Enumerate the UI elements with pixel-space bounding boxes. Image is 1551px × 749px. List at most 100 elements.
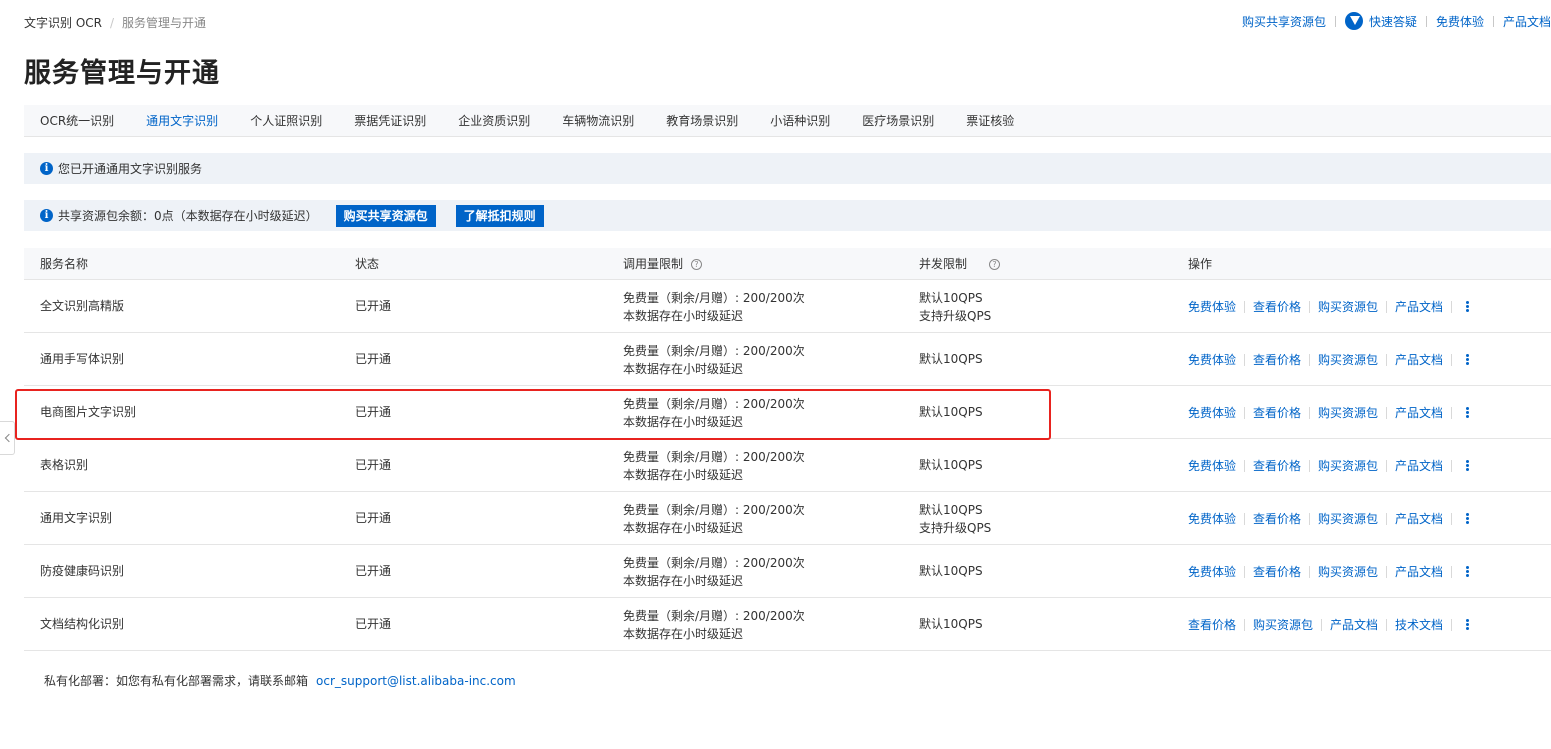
more-icon-dot (1466, 305, 1470, 308)
more-icon-dot (1466, 517, 1470, 520)
header-concurrency: 并发限制? (919, 248, 1001, 280)
op-link[interactable]: 查看价格 (1253, 351, 1301, 368)
buy-shared-pack-link[interactable]: 购买共享资源包 (1242, 13, 1326, 30)
op-link[interactable]: 免费体验 (1188, 351, 1236, 368)
tab-8[interactable]: 医疗场景识别 (862, 105, 934, 137)
balance-text: 共享资源包余额：0点（本数据存在小时级延迟） (58, 209, 318, 223)
op-link[interactable]: 购买资源包 (1318, 510, 1378, 527)
op-link[interactable]: 产品文档 (1330, 616, 1378, 633)
header-ops: 操作 (1188, 248, 1212, 280)
op-link[interactable]: 产品文档 (1395, 563, 1443, 580)
header-service-name-label: 服务名称 (40, 257, 89, 271)
concurrency-cell: 默认10QPS (919, 545, 983, 598)
more-icon-dot (1466, 362, 1470, 365)
op-link[interactable]: 免费体验 (1188, 298, 1236, 315)
op-link[interactable]: 产品文档 (1395, 457, 1443, 474)
quota-cell: 免费量（剩余/月赠）: 200/200次 本数据存在小时级延迟 (623, 501, 805, 537)
more-icon-dot (1466, 354, 1470, 357)
more-icon[interactable] (1466, 619, 1470, 630)
page: 文字识别 OCR / 服务管理与开通 购买共享资源包 快速答疑 免费体验 产品文档 … (0, 0, 1551, 749)
info-icon: i (40, 162, 53, 175)
tab-1[interactable]: 通用文字识别 (146, 105, 218, 137)
table-body: 全文识别高精版已开通 免费量（剩余/月赠）: 200/200次 本数据存在小时级延迟… (24, 280, 1551, 651)
more-icon[interactable] (1466, 566, 1470, 577)
deduction-rules-button[interactable]: 了解抵扣规则 (455, 204, 544, 227)
service-status: 已开通 (355, 617, 392, 631)
divider (1451, 565, 1453, 578)
tab-5[interactable]: 车辆物流识别 (562, 105, 634, 137)
ops-cell: 免费体验 查看价格 购买资源包 产品文档 (1188, 280, 1470, 333)
concurrency-cell: 默认10QPS (919, 598, 983, 651)
op-link[interactable]: 查看价格 (1188, 616, 1236, 633)
tab-6[interactable]: 教育场景识别 (666, 105, 738, 137)
more-icon-dot (1466, 623, 1470, 626)
divider (1386, 565, 1388, 578)
ops-cell: 免费体验 查看价格 购买资源包 产品文档 (1188, 492, 1470, 545)
divider (1309, 300, 1311, 313)
op-link[interactable]: 查看价格 (1253, 298, 1301, 315)
op-link[interactable]: 查看价格 (1253, 563, 1301, 580)
divider (1451, 512, 1453, 525)
tab-4[interactable]: 企业资质识别 (458, 105, 530, 137)
divider (1244, 353, 1246, 366)
breadcrumb-root[interactable]: 文字识别 OCR (24, 16, 102, 30)
tab-0[interactable]: OCR统一识别 (40, 105, 114, 137)
op-link[interactable]: 产品文档 (1395, 351, 1443, 368)
op-link[interactable]: 免费体验 (1188, 404, 1236, 421)
service-name: 通用文字识别 (40, 511, 113, 525)
op-link[interactable]: 购买资源包 (1253, 616, 1313, 633)
op-link[interactable]: 购买资源包 (1318, 298, 1378, 315)
divider (1244, 512, 1246, 525)
op-link[interactable]: 产品文档 (1395, 510, 1443, 527)
op-link[interactable]: 购买资源包 (1318, 457, 1378, 474)
op-link[interactable]: 购买资源包 (1318, 351, 1378, 368)
op-link[interactable]: 购买资源包 (1318, 404, 1378, 421)
more-icon-dot (1466, 358, 1470, 361)
more-icon[interactable] (1466, 460, 1470, 471)
divider (1309, 353, 1311, 366)
op-link[interactable]: 技术文档 (1395, 616, 1443, 633)
support-email-link[interactable]: ocr_support@list.alibaba-inc.com (316, 674, 516, 688)
buy-shared-pack-button[interactable]: 购买共享资源包 (335, 204, 436, 227)
product-docs-link[interactable]: 产品文档 (1503, 13, 1551, 30)
op-link[interactable]: 查看价格 (1253, 457, 1301, 474)
divider (1492, 15, 1494, 27)
service-name: 全文识别高精版 (40, 299, 125, 313)
quick-qa-link[interactable]: 快速答疑 (1344, 12, 1417, 30)
more-icon[interactable] (1466, 407, 1470, 418)
tab-bar: OCR统一识别 通用文字识别 个人证照识别 票据凭证识别 企业资质识别 车辆物流识别 教育场… (24, 105, 1551, 137)
op-link[interactable]: 免费体验 (1188, 457, 1236, 474)
divider (1386, 406, 1388, 419)
tab-9[interactable]: 票证核验 (966, 105, 1014, 137)
divider (1309, 459, 1311, 472)
more-icon[interactable] (1466, 354, 1470, 365)
op-link[interactable]: 购买资源包 (1318, 563, 1378, 580)
concurrency-default: 默认10QPS (919, 564, 983, 578)
op-link[interactable]: 查看价格 (1253, 404, 1301, 421)
concurrency-default: 默认10QPS (919, 617, 983, 631)
more-icon[interactable] (1466, 513, 1470, 524)
op-link[interactable]: 产品文档 (1395, 298, 1443, 315)
quota-delay-note: 本数据存在小时级延迟 (623, 362, 744, 376)
help-icon[interactable]: ? (989, 258, 1001, 270)
op-link[interactable]: 免费体验 (1188, 563, 1236, 580)
tab-2[interactable]: 个人证照识别 (250, 105, 322, 137)
op-link[interactable]: 查看价格 (1253, 510, 1301, 527)
more-icon[interactable] (1466, 301, 1470, 312)
op-link[interactable]: 免费体验 (1188, 510, 1236, 527)
more-icon-dot (1466, 407, 1470, 410)
more-icon-dot (1466, 521, 1470, 524)
quota-free-amount: 免费量（剩余/月赠）: 200/200次 (623, 503, 805, 517)
more-icon-dot (1466, 619, 1470, 622)
free-trial-link[interactable]: 免费体验 (1436, 13, 1484, 30)
table-row: 文档结构化识别 已开通 免费量（剩余/月赠）: 200/200次 本数据存在小时级延迟… (24, 598, 1551, 651)
quick-qa-label[interactable]: 快速答疑 (1369, 13, 1417, 30)
tab-7[interactable]: 小语种识别 (770, 105, 830, 137)
divider (1244, 618, 1246, 631)
sidebar-collapse-toggle[interactable] (0, 421, 15, 455)
more-icon-dot (1466, 627, 1470, 630)
tab-3[interactable]: 票据凭证识别 (354, 105, 426, 137)
help-icon[interactable]: ? (691, 258, 703, 270)
op-link[interactable]: 产品文档 (1395, 404, 1443, 421)
top-links: 购买共享资源包 快速答疑 免费体验 产品文档 (1242, 12, 1551, 30)
